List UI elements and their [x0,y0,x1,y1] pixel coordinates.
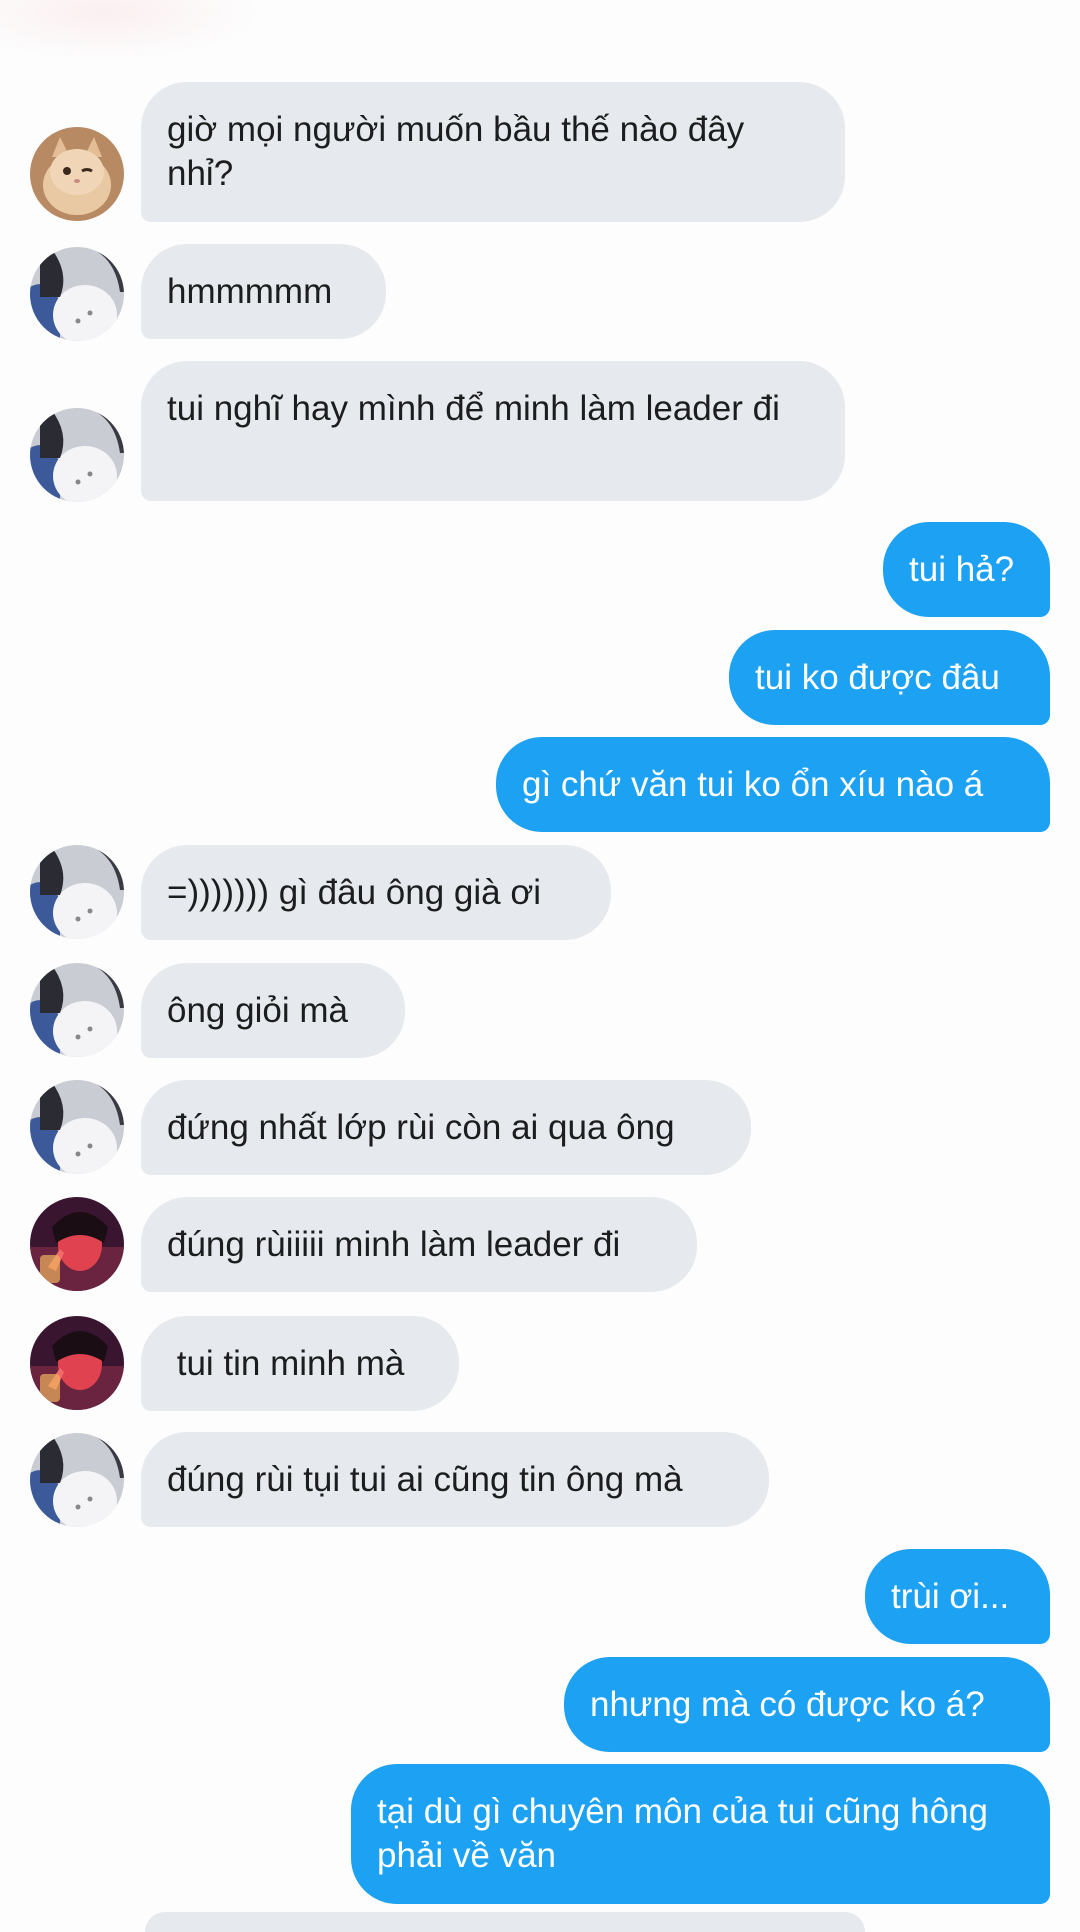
message-bubble-outgoing[interactable]: trùi ơi... [865,1549,1050,1644]
girl-red-light-avatar[interactable] [30,1316,124,1410]
girl-white-shirt-avatar[interactable] [30,1433,124,1527]
message-bubble-incoming[interactable]: đứng nhất lớp rùi còn ai qua ông [141,1080,751,1175]
chat-thread: giờ mọi người muốn bầu thế nào đây nhỉ? … [0,0,1080,1932]
girl-white-shirt-avatar[interactable] [30,845,124,939]
girl-white-shirt-avatar[interactable] [30,1080,124,1174]
message-bubble-incoming[interactable]: giờ mọi người muốn bầu thế nào đây nhỉ? [141,82,845,222]
girl-white-shirt-avatar[interactable] [30,408,124,502]
message-bubble-incoming[interactable]: đúng rùi tụi tui ai cũng tin ông mà [141,1432,769,1527]
message-bubble-incoming[interactable]: tui tin minh mà [141,1316,459,1411]
message-bubble-incoming[interactable]: tui nghĩ hay mình để minh làm leader đi [141,361,845,501]
girl-white-shirt-avatar[interactable] [30,963,124,1057]
message-bubble-outgoing[interactable]: tui ko được đâu [729,630,1050,725]
girl-red-light-avatar[interactable] [30,1197,124,1291]
message-bubble-partial [145,1912,865,1932]
message-bubble-outgoing[interactable]: tại dù gì chuyên môn của tui cũng hông p… [351,1764,1050,1904]
message-bubble-outgoing[interactable]: nhưng mà có được ko á? [564,1657,1050,1752]
message-bubble-incoming[interactable]: hmmmmm [141,244,386,339]
message-bubble-outgoing[interactable]: tui hả? [883,522,1050,617]
cat-avatar[interactable] [30,127,124,221]
message-bubble-outgoing[interactable]: gì chứ văn tui ko ổn xíu nào á [496,737,1050,832]
top-fade [0,0,260,60]
message-bubble-incoming[interactable]: =))))))) gì đâu ông già ơi [141,845,611,940]
message-bubble-incoming[interactable]: ông giỏi mà [141,963,405,1058]
message-bubble-incoming[interactable]: đúng rùiiiii minh làm leader đi [141,1197,697,1292]
girl-white-shirt-avatar[interactable] [30,247,124,341]
